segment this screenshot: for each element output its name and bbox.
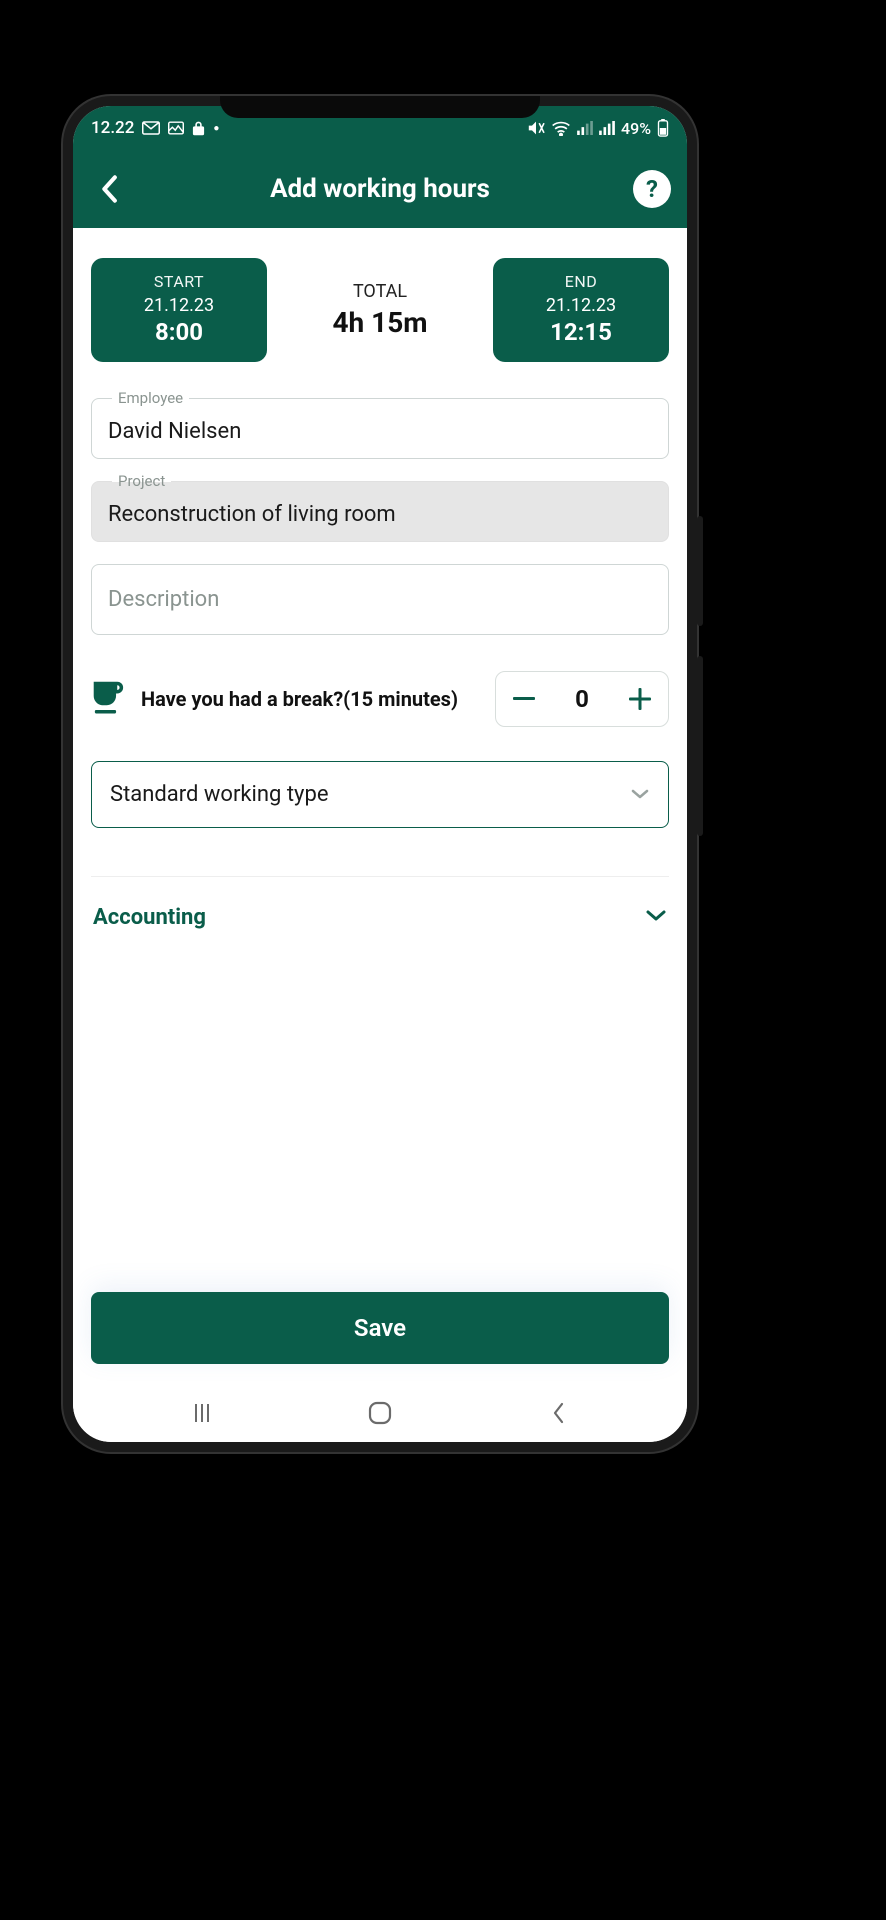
signal-icon-1	[577, 121, 593, 135]
save-button[interactable]: Save	[91, 1292, 669, 1364]
chevron-down-icon	[630, 785, 650, 804]
battery-pct: 49%	[621, 119, 651, 138]
end-time-card[interactable]: END 21.12.23 12:15	[493, 258, 669, 362]
start-label: START	[101, 272, 257, 291]
project-label: Project	[112, 472, 171, 490]
recents-button[interactable]	[172, 1393, 232, 1433]
start-date: 21.12.23	[101, 295, 257, 316]
end-time: 12:15	[503, 318, 659, 346]
app-header: Add working hours ?	[73, 150, 687, 228]
end-label: END	[503, 272, 659, 291]
accounting-section[interactable]: Accounting	[91, 901, 669, 934]
employee-value: David Nielsen	[108, 419, 652, 444]
decrement-button[interactable]	[496, 671, 552, 727]
description-field[interactable]: Description	[91, 564, 669, 635]
chevron-down-icon	[645, 908, 667, 927]
project-value: Reconstruction of living room	[108, 502, 652, 527]
nav-back-button[interactable]	[528, 1393, 588, 1433]
save-label: Save	[354, 1314, 406, 1342]
system-nav-bar	[73, 1384, 687, 1442]
start-time-card[interactable]: START 21.12.23 8:00	[91, 258, 267, 362]
coffee-icon	[91, 677, 127, 721]
working-type-value: Standard working type	[110, 782, 329, 807]
help-button[interactable]: ?	[633, 170, 671, 208]
gmail-icon	[142, 121, 160, 135]
page-title: Add working hours	[270, 174, 490, 204]
end-date: 21.12.23	[503, 295, 659, 316]
back-button[interactable]	[89, 169, 129, 209]
total-value: 4h 15m	[275, 306, 485, 339]
employee-label: Employee	[112, 389, 189, 407]
break-stepper: 0	[495, 671, 669, 727]
wifi-icon	[551, 120, 571, 136]
project-field[interactable]: Project Reconstruction of living room	[91, 481, 669, 542]
total-block: TOTAL 4h 15m	[275, 281, 485, 339]
lock-icon	[192, 120, 205, 136]
divider	[91, 876, 669, 877]
break-count: 0	[552, 685, 612, 713]
start-time: 8:00	[101, 318, 257, 346]
description-placeholder: Description	[108, 587, 652, 612]
signal-icon-2	[599, 121, 615, 135]
home-button[interactable]	[350, 1393, 410, 1433]
employee-field[interactable]: Employee David Nielsen	[91, 398, 669, 459]
battery-icon	[657, 119, 669, 137]
working-type-dropdown[interactable]: Standard working type	[91, 761, 669, 828]
image-icon	[168, 121, 184, 135]
mute-icon	[527, 120, 545, 136]
break-question: Have you had a break?(15 minutes)	[141, 686, 481, 713]
dot-icon: ●	[213, 123, 219, 134]
status-time: 12.22	[91, 118, 134, 138]
accounting-title: Accounting	[93, 905, 206, 930]
increment-button[interactable]	[612, 671, 668, 727]
question-icon: ?	[646, 175, 658, 203]
total-label: TOTAL	[275, 281, 485, 302]
